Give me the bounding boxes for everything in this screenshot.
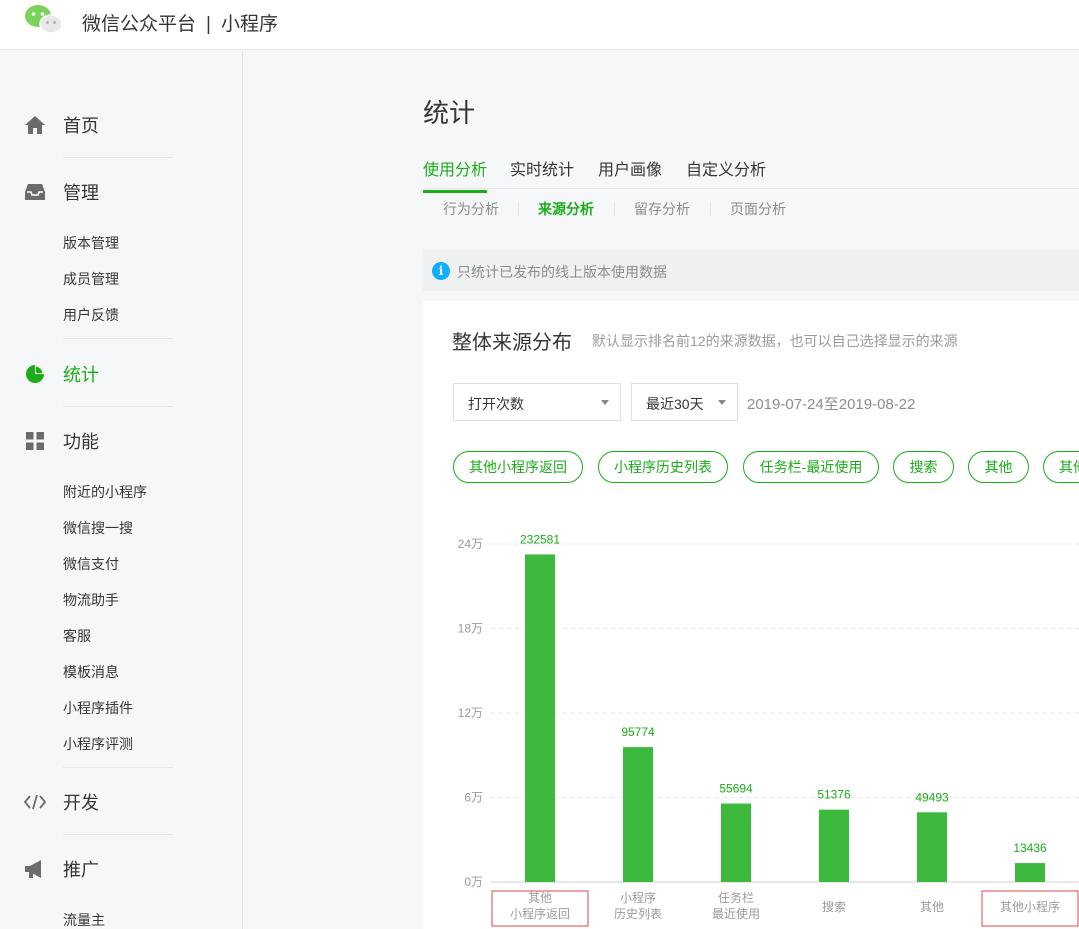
- divider: [518, 202, 519, 216]
- sidebar-item-label: 统计: [63, 365, 99, 385]
- sidebar-item-search[interactable]: 微信搜一搜: [63, 518, 133, 538]
- x-category-label: 其他小程序: [1000, 899, 1060, 914]
- caret-down-icon: [718, 400, 726, 405]
- period-select[interactable]: 最近30天: [631, 383, 738, 421]
- bar: [721, 803, 751, 882]
- divider: [63, 338, 173, 339]
- tab-usage-analysis[interactable]: 使用分析: [423, 156, 488, 193]
- grid-icon: [24, 430, 46, 452]
- wechat-logo-icon[interactable]: [24, 4, 64, 36]
- sidebar-item-pay[interactable]: 微信支付: [63, 554, 119, 574]
- sidebar-item-label: 管理: [63, 183, 99, 203]
- date-range: 2019-07-24至2019-08-22: [747, 396, 916, 413]
- code-icon: [24, 791, 46, 813]
- divider: [63, 406, 173, 407]
- source-pill-other-partial[interactable]: 其他: [1043, 451, 1079, 483]
- top-bar: 微信公众平台 | 小程序: [0, 0, 1079, 50]
- sidebar-item-nearby[interactable]: 附近的小程序: [63, 482, 147, 502]
- sidebar-item-features[interactable]: 功能: [24, 426, 99, 456]
- card-title: 整体来源分布: [452, 332, 572, 354]
- x-category-label: 搜索: [822, 899, 846, 914]
- notice-bar: i 只统计已发布的线上版本使用数据: [423, 250, 1079, 291]
- bar-value-label: 13436: [1013, 841, 1047, 855]
- y-tick-label: 18万: [458, 622, 483, 636]
- megaphone-icon: [24, 858, 46, 880]
- x-category-label: 历史列表: [614, 907, 662, 921]
- y-tick-label: 24万: [458, 537, 483, 551]
- tab-user-portrait[interactable]: 用户画像: [598, 156, 662, 190]
- bar: [525, 554, 555, 882]
- divider: [614, 202, 615, 216]
- sidebar-item-logistics[interactable]: 物流助手: [63, 590, 119, 610]
- divider: [63, 834, 173, 835]
- sidebar-item-label: 功能: [63, 432, 99, 452]
- divider: [63, 767, 173, 768]
- pie-chart-icon: [24, 363, 46, 385]
- y-tick-label: 0万: [464, 875, 483, 889]
- main-tabs: 使用分析 实时统计 用户画像 自定义分析: [423, 150, 1079, 193]
- brand-name: 微信公众平台: [82, 14, 197, 35]
- notice-text: 只统计已发布的线上版本使用数据: [457, 264, 667, 280]
- x-category-label: 其他: [920, 900, 944, 914]
- sidebar-item-version[interactable]: 版本管理: [63, 233, 119, 253]
- bar-value-label: 51376: [817, 788, 851, 802]
- brand-title[interactable]: 微信公众平台 | 小程序: [82, 9, 278, 36]
- bar-value-label: 232581: [520, 532, 560, 546]
- source-pill-other-miniprogram-return[interactable]: 其他小程序返回: [453, 451, 583, 483]
- sidebar-item-feedback[interactable]: 用户反馈: [63, 305, 119, 325]
- home-icon: [24, 114, 46, 136]
- metric-select-value: 打开次数: [468, 396, 524, 412]
- source-pill-search[interactable]: 搜索: [893, 451, 954, 483]
- card-description: 默认显示排名前12的来源数据，也可以自己选择显示的来源: [592, 333, 958, 349]
- subtab-source[interactable]: 来源分析: [538, 199, 594, 219]
- x-category-label: 小程序返回: [510, 906, 570, 921]
- page-title: 统计: [423, 98, 476, 128]
- y-tick-label: 6万: [464, 791, 483, 805]
- bar-value-label: 95774: [621, 725, 655, 739]
- bar-value-label: 55694: [719, 782, 753, 796]
- subtab-pages[interactable]: 页面分析: [730, 199, 786, 219]
- sidebar-item-template[interactable]: 模板消息: [63, 662, 119, 682]
- sidebar-item-service[interactable]: 客服: [63, 626, 91, 646]
- brand-separator: |: [206, 14, 211, 35]
- sidebar-item-home[interactable]: 首页: [24, 110, 99, 140]
- bar: [917, 812, 947, 882]
- sidebar-item-traffic[interactable]: 流量主: [63, 910, 105, 929]
- sidebar-item-stats[interactable]: 统计: [24, 359, 99, 389]
- subtab-retention[interactable]: 留存分析: [634, 199, 690, 219]
- source-bar-chart: 0万6万12万18万24万 232581其他小程序返回95774小程序历史列表55…: [458, 532, 1079, 927]
- tab-realtime[interactable]: 实时统计: [510, 156, 574, 190]
- product-name: 小程序: [220, 14, 278, 35]
- tab-custom-analysis[interactable]: 自定义分析: [686, 156, 766, 190]
- sidebar-item-label: 推广: [63, 860, 99, 880]
- sidebar-item-review[interactable]: 小程序评测: [63, 734, 133, 754]
- divider: [710, 202, 711, 216]
- sidebar-item-label: 首页: [63, 116, 99, 136]
- caret-down-icon: [601, 400, 609, 405]
- sidebar-item-manage[interactable]: 管理: [24, 177, 99, 207]
- x-category-label: 任务栏: [718, 890, 754, 905]
- bar: [819, 809, 849, 882]
- subtab-behavior[interactable]: 行为分析: [443, 199, 499, 219]
- source-pill-taskbar-recent[interactable]: 任务栏-最近使用: [743, 451, 879, 483]
- sidebar-item-promote[interactable]: 推广: [24, 854, 99, 884]
- sidebar-item-label: 开发: [63, 793, 99, 813]
- sidebar-item-members[interactable]: 成员管理: [63, 269, 119, 289]
- sidebar-item-develop[interactable]: 开发: [24, 787, 99, 817]
- source-pill-other[interactable]: 其他: [968, 451, 1029, 483]
- x-category-label: 小程序: [620, 890, 656, 905]
- inbox-icon: [24, 181, 46, 203]
- bar: [623, 747, 653, 882]
- metric-select[interactable]: 打开次数: [453, 383, 621, 421]
- sidebar-item-plugin[interactable]: 小程序插件: [63, 698, 133, 718]
- divider: [63, 157, 173, 158]
- info-icon: i: [432, 262, 450, 280]
- period-select-value: 最近30天: [646, 396, 704, 412]
- bar-value-label: 49493: [915, 790, 949, 804]
- x-category-label: 其他: [528, 891, 552, 905]
- x-category-label: 最近使用: [712, 906, 760, 921]
- bar: [1015, 863, 1045, 882]
- source-pill-history-list[interactable]: 小程序历史列表: [598, 451, 728, 483]
- y-tick-label: 12万: [458, 706, 483, 720]
